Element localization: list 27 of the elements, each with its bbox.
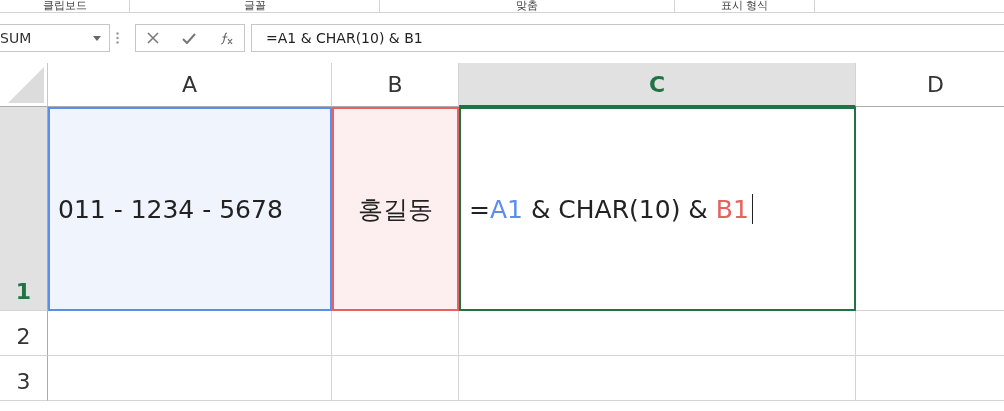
dropdown-caret-icon bbox=[93, 35, 101, 41]
cancel-icon[interactable] bbox=[147, 32, 160, 44]
column-header[interactable]: B bbox=[332, 63, 459, 107]
column-header[interactable]: C bbox=[459, 63, 856, 107]
grid-cell[interactable] bbox=[459, 311, 856, 356]
grid-cell[interactable] bbox=[48, 311, 332, 356]
grid-cell[interactable]: 011 - 1234 - 5678 bbox=[48, 107, 332, 311]
ribbon-group-label: 맞춤 bbox=[516, 0, 538, 12]
formula-input[interactable]: =A1 & CHAR(10) & B1 bbox=[251, 24, 1004, 52]
grid-cell[interactable] bbox=[459, 356, 856, 401]
more-dots-icon bbox=[116, 32, 119, 44]
column-header[interactable]: A bbox=[48, 63, 332, 107]
grid-cell[interactable]: 홍길동 bbox=[332, 107, 459, 311]
select-all-triangle-icon[interactable] bbox=[8, 67, 44, 103]
row-header[interactable]: 1 bbox=[0, 107, 48, 311]
active-cell[interactable]: =A1 & CHAR(10) & B1 bbox=[459, 107, 856, 311]
ribbon-group-label: 클립보드 bbox=[42, 0, 87, 12]
name-box[interactable]: SUM bbox=[0, 24, 110, 52]
checkmark-icon[interactable] bbox=[182, 32, 196, 44]
ribbon-group-label: 글꼴 bbox=[243, 0, 266, 12]
grid-cell[interactable] bbox=[332, 311, 459, 356]
grid-cell[interactable] bbox=[48, 356, 332, 401]
ribbon-group-label: 표시 형식 bbox=[720, 0, 769, 12]
row-header[interactable]: 2 bbox=[0, 311, 48, 356]
function-icon[interactable] bbox=[218, 31, 233, 45]
row-header[interactable]: 3 bbox=[0, 356, 48, 401]
grid-cell[interactable] bbox=[332, 356, 459, 401]
